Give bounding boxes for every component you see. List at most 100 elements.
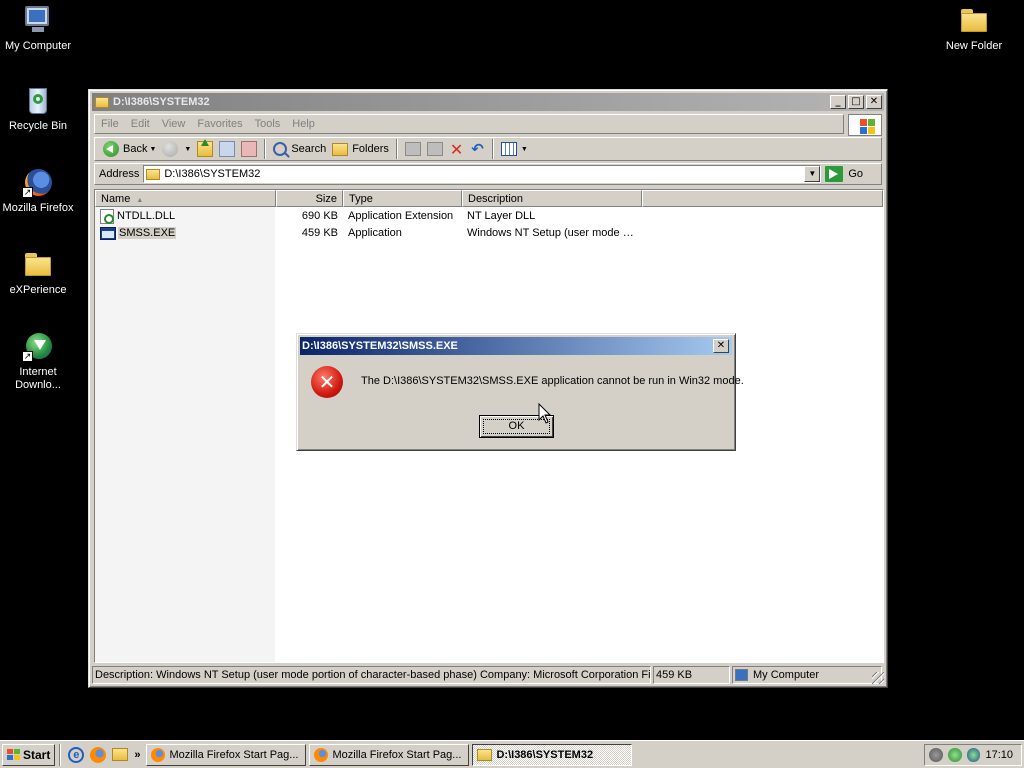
quicklaunch-more-button[interactable]: » — [134, 749, 140, 761]
folder-icon — [477, 748, 493, 761]
history-icon[interactable] — [241, 141, 258, 157]
menu-file[interactable]: File — [95, 118, 125, 130]
file-row[interactable]: SMSS.EXE 459 KB Application Windows NT S… — [95, 225, 642, 241]
folders-label: Folders — [352, 143, 389, 155]
file-description: NT Layer DLL — [467, 210, 536, 222]
firefox-icon[interactable] — [90, 746, 107, 763]
move-to-icon[interactable] — [404, 142, 421, 156]
task-label: Mozilla Firefox Start Pag... — [332, 748, 462, 761]
column-header-description[interactable]: Description — [462, 190, 642, 207]
tray-app-icon[interactable] — [929, 748, 943, 762]
desktop-icon-label: eXPerience — [9, 284, 67, 296]
start-button[interactable]: Start — [2, 743, 56, 766]
task-button-firefox-2[interactable]: Mozilla Firefox Start Pag... — [309, 743, 470, 766]
desktop-icon-new-folder[interactable]: New Folder — [934, 4, 1014, 53]
dialog-titlebar[interactable]: D:\I386\SYSTEM32\SMSS.EXE ✕ — [300, 337, 732, 355]
search-label: Search — [291, 143, 327, 155]
system-tray: 17:10 — [924, 744, 1022, 766]
toolbar-separator — [264, 139, 267, 159]
menu-help[interactable]: Help — [286, 118, 321, 130]
desktop-icon-label: Mozilla Firefox — [2, 202, 74, 214]
desktop-icon-label: My Computer — [4, 40, 72, 52]
menu-edit[interactable]: Edit — [125, 118, 156, 130]
internet-explorer-icon[interactable]: e — [68, 746, 85, 763]
chevron-down-icon[interactable]: ▼ — [149, 146, 156, 153]
file-size: 690 KB — [301, 210, 338, 222]
address-dropdown-button[interactable]: ▼ — [804, 166, 821, 182]
resize-grip[interactable] — [872, 672, 884, 684]
forward-button[interactable]: ▼ — [159, 139, 194, 159]
file-size: 459 KB — [301, 227, 338, 239]
views-button[interactable]: ▼ — [498, 139, 531, 159]
firefox-icon — [151, 747, 166, 762]
my-computer-icon — [735, 669, 748, 681]
start-label: Start — [23, 747, 51, 762]
desktop-icon-internet-download[interactable]: ↗ Internet Downlo... — [0, 330, 78, 392]
go-label: Go — [848, 168, 864, 180]
copy-to-icon[interactable] — [426, 142, 443, 156]
delete-icon[interactable]: ✕ — [450, 140, 463, 159]
toolbar-separator — [491, 139, 494, 159]
desktop-icon-mozilla-firefox[interactable]: ↗ Mozilla Firefox — [0, 166, 78, 215]
file-name: SMSS.EXE — [118, 227, 177, 239]
column-header-label: Name — [101, 193, 131, 205]
folder-icon — [332, 142, 349, 156]
quicklaunch-separator — [59, 743, 62, 766]
minimize-button[interactable]: _ — [830, 95, 846, 109]
name-column-background — [95, 207, 275, 662]
column-header-name[interactable]: Name ▲ — [95, 190, 276, 207]
exe-file-icon — [100, 226, 116, 240]
column-header-size[interactable]: Size — [276, 190, 343, 207]
tray-download-icon[interactable] — [966, 748, 981, 762]
desktop-icon-label: Recycle Bin — [8, 120, 68, 132]
undo-icon[interactable]: ↶ — [471, 140, 484, 158]
dialog-title: D:\I386\SYSTEM32\SMSS.EXE — [302, 340, 458, 352]
desktop-icon-recycle-bin[interactable]: Recycle Bin — [0, 84, 78, 133]
toolbar-separator — [395, 139, 398, 159]
desktop-icon-label: New Folder — [945, 40, 1003, 52]
explorer-titlebar[interactable]: D:\I386\SYSTEM32 _ □ ✕ — [92, 93, 884, 111]
folder-icon[interactable] — [112, 748, 129, 761]
close-button[interactable]: ✕ — [866, 95, 882, 109]
column-header-type[interactable]: Type — [343, 190, 462, 207]
shortcut-arrow-icon: ↗ — [22, 187, 33, 198]
my-computer-icon — [22, 4, 54, 36]
sort-ascending-icon: ▲ — [136, 197, 144, 204]
file-row[interactable]: NTDLL.DLL 690 KB Application Extension N… — [95, 208, 642, 224]
dialog-message: The D:\I386\SYSTEM32\SMSS.EXE applicatio… — [361, 375, 744, 387]
tray-network-icon[interactable] — [947, 748, 962, 762]
standard-toolbar: Back ▼ ▼ Search Folders ✕ ↶ ▼ — [94, 137, 882, 161]
forward-arrow-icon — [162, 141, 179, 157]
go-button[interactable]: Go — [825, 166, 863, 182]
chevron-down-icon[interactable]: ▼ — [184, 146, 191, 153]
task-label: D:\I386\SYSTEM32 — [496, 748, 594, 761]
menu-view[interactable]: View — [156, 118, 192, 130]
desktop-icon-my-computer[interactable]: My Computer — [0, 4, 78, 53]
status-description: Description: Windows NT Setup (user mode… — [92, 666, 651, 684]
up-folder-icon[interactable] — [197, 139, 214, 157]
search-button[interactable]: Search — [270, 139, 329, 159]
menu-favorites[interactable]: Favorites — [191, 118, 248, 130]
task-button-firefox-1[interactable]: Mozilla Firefox Start Pag... — [146, 743, 307, 766]
back-button[interactable]: Back ▼ — [100, 139, 159, 159]
folder-icon — [95, 96, 109, 108]
favorites-add-icon[interactable] — [219, 141, 236, 157]
views-icon — [500, 142, 517, 156]
task-button-explorer[interactable]: D:\I386\SYSTEM32 — [472, 743, 633, 766]
menu-tools[interactable]: Tools — [249, 118, 287, 130]
column-headers: Name ▲ Size Type Description — [95, 190, 883, 207]
address-input[interactable]: D:\I386\SYSTEM32 ▼ — [143, 165, 822, 183]
ok-label: OK — [508, 420, 525, 432]
desktop-icon-experience[interactable]: eXPerience — [0, 248, 78, 297]
windows-logo-icon — [848, 114, 882, 136]
maximize-button[interactable]: □ — [848, 95, 864, 109]
back-label: Back — [123, 143, 148, 155]
folders-button[interactable]: Folders — [329, 139, 392, 159]
column-header-filler — [642, 190, 883, 207]
back-arrow-icon — [103, 141, 119, 157]
download-manager-icon: ↗ — [22, 330, 54, 362]
search-icon — [273, 142, 288, 156]
status-bar: Description: Windows NT Setup (user mode… — [92, 666, 884, 684]
dialog-close-button[interactable]: ✕ — [713, 339, 729, 353]
clock[interactable]: 17:10 — [985, 749, 1013, 761]
